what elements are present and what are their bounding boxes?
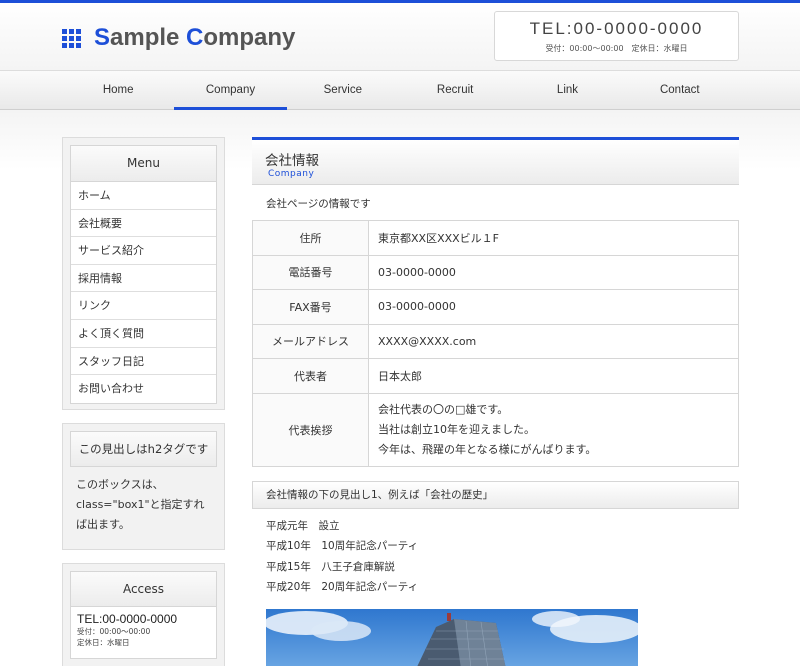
greeting-line: 会社代表の〇の□雄です。 <box>378 402 509 416</box>
table-value: 東京都XX区XXXビル１F <box>368 220 739 256</box>
list-item: 平成20年 20周年記念パーティ <box>266 581 419 593</box>
table-label: 住所 <box>252 220 369 256</box>
sidebar-menu-title: Menu <box>70 145 217 182</box>
page-subtitle: Company <box>268 169 315 179</box>
global-nav: Home Company Service Recruit Link Contac… <box>0 70 800 110</box>
table-row: 代表挨拶 会社代表の〇の□雄です。 当社は創立10年を迎えました。 今年は、飛躍… <box>252 392 739 467</box>
table-label: FAX番号 <box>252 289 369 325</box>
greeting-line: 今年は、飛躍の年となる様にがんばります。 <box>378 442 597 456</box>
sidebar-box1: この見出しはh2タグです このボックスは、class="box1"と指定すれば出… <box>62 423 225 550</box>
access-body: TEL:00-0000-0000 受付：00:00〜00:00 定休日：水曜日 <box>70 607 217 659</box>
sidebar-item-faq[interactable]: よく頂く質問 <box>71 320 216 348</box>
list-item: 平成15年 八王子倉庫解説 <box>266 560 395 573</box>
main-content: 会社情報 Company 会社ページの情報です 住所 東京都XX区XXXビル１F… <box>252 137 739 666</box>
site-header: Sample Company TEL:00-0000-0000 受付：00:00… <box>0 3 800 70</box>
history-list: 平成元年 設立 平成10年 10周年記念パーティ 平成15年 八王子倉庫解説 平… <box>266 516 739 598</box>
table-label: メールアドレス <box>252 323 369 359</box>
list-item: 平成10年 10周年記念パーティ <box>266 540 419 552</box>
nav-item-recruit[interactable]: Recruit <box>399 71 511 109</box>
table-row: FAX番号 03-0000-0000 <box>252 289 739 325</box>
header-tel-hours: 受付：00:00〜00:00 定休日：水曜日 <box>545 44 688 53</box>
table-row: 住所 東京都XX区XXXビル１F <box>252 220 739 256</box>
nav-item-company[interactable]: Company <box>174 71 287 110</box>
table-row: メールアドレス XXXX@XXXX.com <box>252 323 739 359</box>
site-logo[interactable]: Sample Company <box>62 24 295 52</box>
logo-text: Sample Company <box>94 24 296 51</box>
history-heading: 会社情報の下の見出し1、例えば「会社の歴史」 <box>252 480 739 509</box>
table-label: 電話番号 <box>252 254 369 290</box>
sidebar-item-contact[interactable]: お問い合わせ <box>71 375 216 403</box>
table-row: 電話番号 03-0000-0000 <box>252 254 739 290</box>
access-holiday: 定休日：水曜日 <box>77 638 130 647</box>
table-label: 代表挨拶 <box>252 392 369 467</box>
sidebar-item-staff-diary[interactable]: スタッフ日記 <box>71 348 216 376</box>
table-label: 代表者 <box>252 358 369 394</box>
sidebar-item-company[interactable]: 会社概要 <box>71 210 216 238</box>
sidebar-item-service[interactable]: サービス紹介 <box>71 237 216 265</box>
building-photo <box>266 609 638 666</box>
page-title: 会社情報 <box>265 153 319 169</box>
company-info-table: 住所 東京都XX区XXXビル１F 電話番号 03-0000-0000 FAX番号… <box>252 220 739 467</box>
header-tel-number: TEL:00-0000-0000 <box>529 19 704 38</box>
table-value: 03-0000-0000 <box>368 289 739 325</box>
table-value-greeting: 会社代表の〇の□雄です。 当社は創立10年を迎えました。 今年は、飛躍の年となる… <box>368 392 739 467</box>
sidebar-item-home[interactable]: ホーム <box>71 182 216 210</box>
page-title-bar: 会社情報 Company <box>252 137 739 185</box>
header-tel-box: TEL:00-0000-0000 受付：00:00〜00:00 定休日：水曜日 <box>494 11 739 61</box>
table-row: 代表者 日本太郎 <box>252 358 739 394</box>
nav-item-link[interactable]: Link <box>511 71 623 109</box>
box1-heading: この見出しはh2タグです <box>70 431 217 467</box>
box1-text: このボックスは、class="box1"と指定すれば出ます。 <box>76 478 205 531</box>
sidebar-access: Access TEL:00-0000-0000 受付：00:00〜00:00 定… <box>62 563 225 666</box>
logo-grid-icon <box>62 28 81 48</box>
access-heading: Access <box>70 571 217 607</box>
nav-item-service[interactable]: Service <box>287 71 399 109</box>
access-hours: 受付：00:00〜00:00 <box>77 627 151 636</box>
sidebar-menu: Menu ホーム 会社概要 サービス紹介 採用情報 リンク よく頂く質問 スタッ… <box>62 137 225 410</box>
greeting-line: 当社は創立10年を迎えました。 <box>378 422 535 436</box>
nav-item-contact[interactable]: Contact <box>624 71 736 109</box>
list-item: 平成元年 設立 <box>266 519 340 532</box>
page-intro: 会社ページの情報です <box>266 198 371 210</box>
table-value: 日本太郎 <box>368 358 739 394</box>
nav-item-home[interactable]: Home <box>62 71 174 109</box>
sidebar-item-recruit[interactable]: 採用情報 <box>71 265 216 293</box>
table-value: XXXX@XXXX.com <box>368 323 739 359</box>
table-value: 03-0000-0000 <box>368 254 739 290</box>
access-tel: TEL:00-0000-0000 <box>77 612 178 626</box>
sidebar-item-link[interactable]: リンク <box>71 292 216 320</box>
